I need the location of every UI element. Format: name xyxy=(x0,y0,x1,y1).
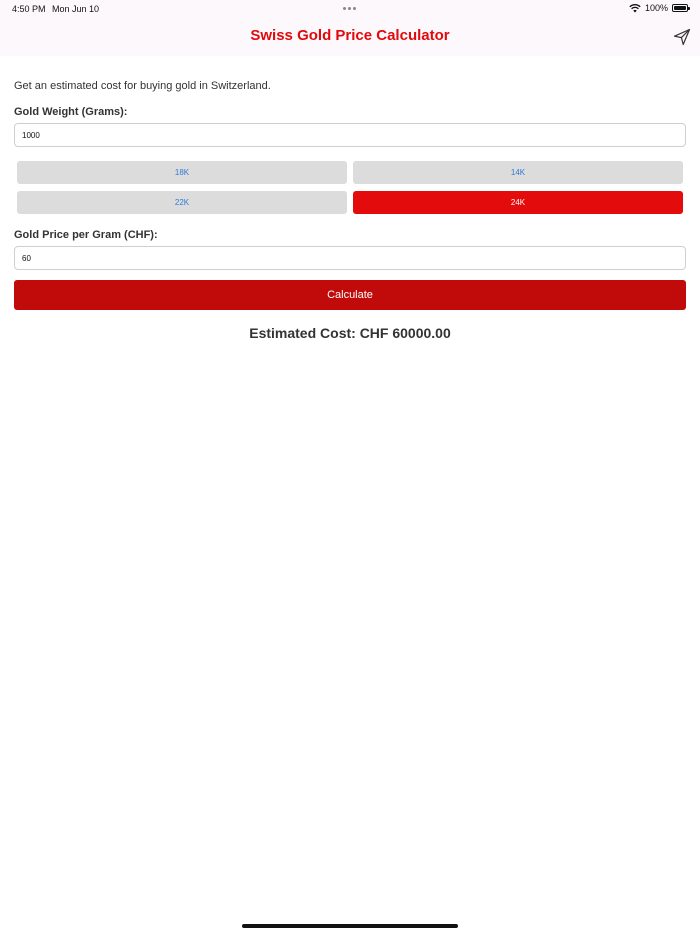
share-button[interactable] xyxy=(672,27,692,47)
weight-label: Gold Weight (Grams): xyxy=(14,106,128,118)
paper-plane-icon xyxy=(673,28,691,46)
estimated-cost-result: Estimated Cost: CHF 60000.00 xyxy=(249,325,451,341)
nav-bar: Swiss Gold Price Calculator xyxy=(0,18,700,56)
karat-button-18k[interactable]: 18K xyxy=(17,161,347,184)
page-title: Swiss Gold Price Calculator xyxy=(250,27,450,44)
wifi-icon xyxy=(629,4,641,13)
price-label: Gold Price per Gram (CHF): xyxy=(14,229,158,241)
status-date: Mon Jun 10 xyxy=(52,4,100,14)
battery-icon xyxy=(672,4,690,12)
status-time: 4:50 PM xyxy=(12,4,46,14)
karat-button-14k[interactable]: 14K xyxy=(353,161,683,184)
status-bar: 4:50 PM Mon Jun 10 100% xyxy=(0,0,700,18)
price-input[interactable] xyxy=(14,246,686,270)
karat-button-22k[interactable]: 22K xyxy=(17,191,347,214)
status-right: 100% xyxy=(629,3,690,13)
multitasking-dots-icon[interactable] xyxy=(343,7,356,10)
karat-button-24k[interactable]: 24K xyxy=(353,191,683,214)
intro-text: Get an estimated cost for buying gold in… xyxy=(14,80,271,92)
calculate-button[interactable]: Calculate xyxy=(14,280,686,310)
weight-input[interactable] xyxy=(14,123,686,147)
battery-percent: 100% xyxy=(644,3,668,13)
main-content: Get an estimated cost for buying gold in… xyxy=(0,56,700,934)
home-indicator[interactable] xyxy=(242,924,458,928)
